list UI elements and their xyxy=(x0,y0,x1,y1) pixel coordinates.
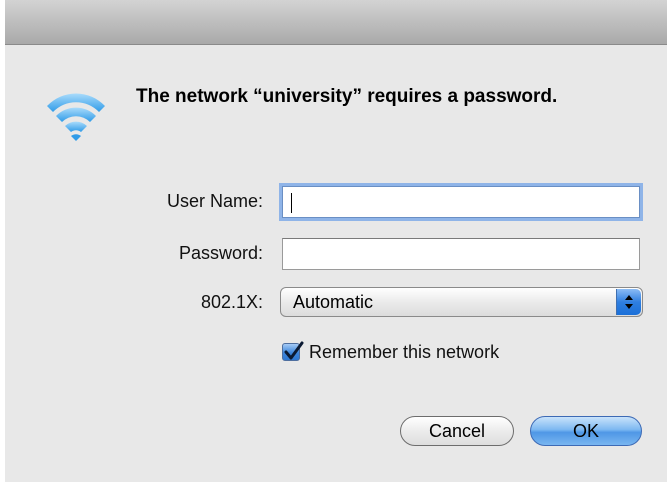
security-select-value: Automatic xyxy=(293,292,374,312)
ok-button[interactable]: OK xyxy=(530,416,642,446)
title-bar[interactable] xyxy=(5,0,667,45)
username-label: User Name: xyxy=(166,191,263,211)
wifi-icon xyxy=(41,84,111,154)
security-label: 802.1X: xyxy=(200,292,263,312)
remember-label: Remember this network xyxy=(309,342,500,362)
text-caret xyxy=(291,193,292,213)
dialog-message: The network “university” requires a pass… xyxy=(136,86,558,107)
checkmark-icon xyxy=(284,341,304,360)
password-label: Password: xyxy=(178,243,263,263)
cancel-button[interactable]: Cancel xyxy=(400,416,514,446)
username-field[interactable] xyxy=(282,186,640,218)
select-arrows-icon xyxy=(616,289,641,315)
password-field[interactable] xyxy=(282,238,640,270)
remember-checkbox[interactable] xyxy=(282,341,304,361)
security-select[interactable]: Automatic xyxy=(280,287,643,317)
password-dialog: The network “university” requires a pass… xyxy=(5,0,667,482)
